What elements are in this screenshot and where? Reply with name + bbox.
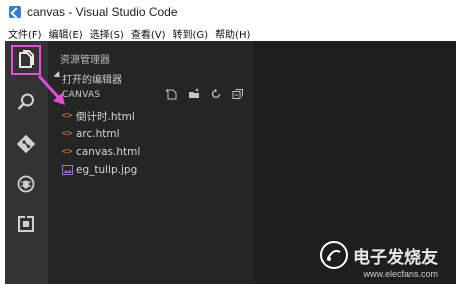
- html-file-icon: <>: [61, 129, 73, 139]
- elecfans-logo-icon: [320, 241, 348, 269]
- window-title: canvas - Visual Studio Code: [27, 5, 178, 19]
- open-editors-section[interactable]: 打开的编辑器: [48, 70, 253, 86]
- file-label: eg_tulip.jpg: [76, 164, 138, 176]
- file-label: 倒计时.html: [76, 110, 135, 123]
- menu-file[interactable]: 文件(F): [8, 26, 42, 41]
- menu-goto[interactable]: 转到(G): [173, 26, 209, 41]
- title-bar: canvas - Visual Studio Code: [5, 0, 456, 25]
- menu-selection[interactable]: 选择(S): [90, 26, 124, 41]
- new-folder-icon[interactable]: [188, 88, 200, 100]
- debug-button[interactable]: [11, 169, 41, 199]
- folder-toolbar: [166, 88, 244, 100]
- extensions-icon: [18, 215, 34, 232]
- explorer-sidebar: 资源管理器 打开的编辑器 CANVAS <> 倒计时.html <> arc.h…: [48, 41, 253, 284]
- extensions-button[interactable]: [11, 209, 41, 239]
- menu-bar: 文件(F) 编辑(E) 选择(S) 查看(V) 转到(G) 帮助(H): [5, 25, 456, 41]
- file-item[interactable]: <> canvas.html: [48, 143, 253, 161]
- menu-edit[interactable]: 编辑(E): [49, 26, 83, 41]
- explorer-icon: [19, 50, 34, 68]
- collapse-all-icon[interactable]: [232, 88, 244, 100]
- image-file-icon: [61, 164, 73, 176]
- search-icon: [17, 93, 34, 110]
- file-list: <> 倒计时.html <> arc.html <> canvas.html e…: [48, 107, 253, 179]
- file-item[interactable]: <> arc.html: [48, 125, 253, 143]
- file-item[interactable]: eg_tulip.jpg: [48, 161, 253, 179]
- watermark: 电子发烧友 www.elecfans.com: [319, 240, 438, 279]
- file-label: canvas.html: [76, 146, 141, 158]
- file-label: arc.html: [76, 128, 120, 140]
- git-icon: [16, 134, 36, 154]
- menu-view[interactable]: 查看(V): [131, 26, 166, 41]
- refresh-icon[interactable]: [210, 88, 222, 100]
- html-file-icon: <>: [61, 147, 73, 157]
- file-item[interactable]: <> 倒计时.html: [48, 107, 253, 125]
- vscode-window: canvas - Visual Studio Code 文件(F) 编辑(E) …: [5, 0, 456, 284]
- source-control-button[interactable]: [11, 129, 41, 159]
- menu-help[interactable]: 帮助(H): [215, 26, 250, 41]
- explorer-button[interactable]: [11, 45, 41, 75]
- folder-section[interactable]: CANVAS: [48, 88, 253, 104]
- new-file-icon[interactable]: [166, 88, 178, 100]
- watermark-url: www.elecfans.com: [363, 269, 438, 279]
- explorer-header: 资源管理器: [60, 55, 110, 66]
- vscode-logo-icon: [9, 6, 21, 18]
- debug-icon: [17, 175, 35, 193]
- watermark-text: 电子发烧友: [353, 247, 438, 268]
- annotation-arrow-icon: [37, 74, 65, 105]
